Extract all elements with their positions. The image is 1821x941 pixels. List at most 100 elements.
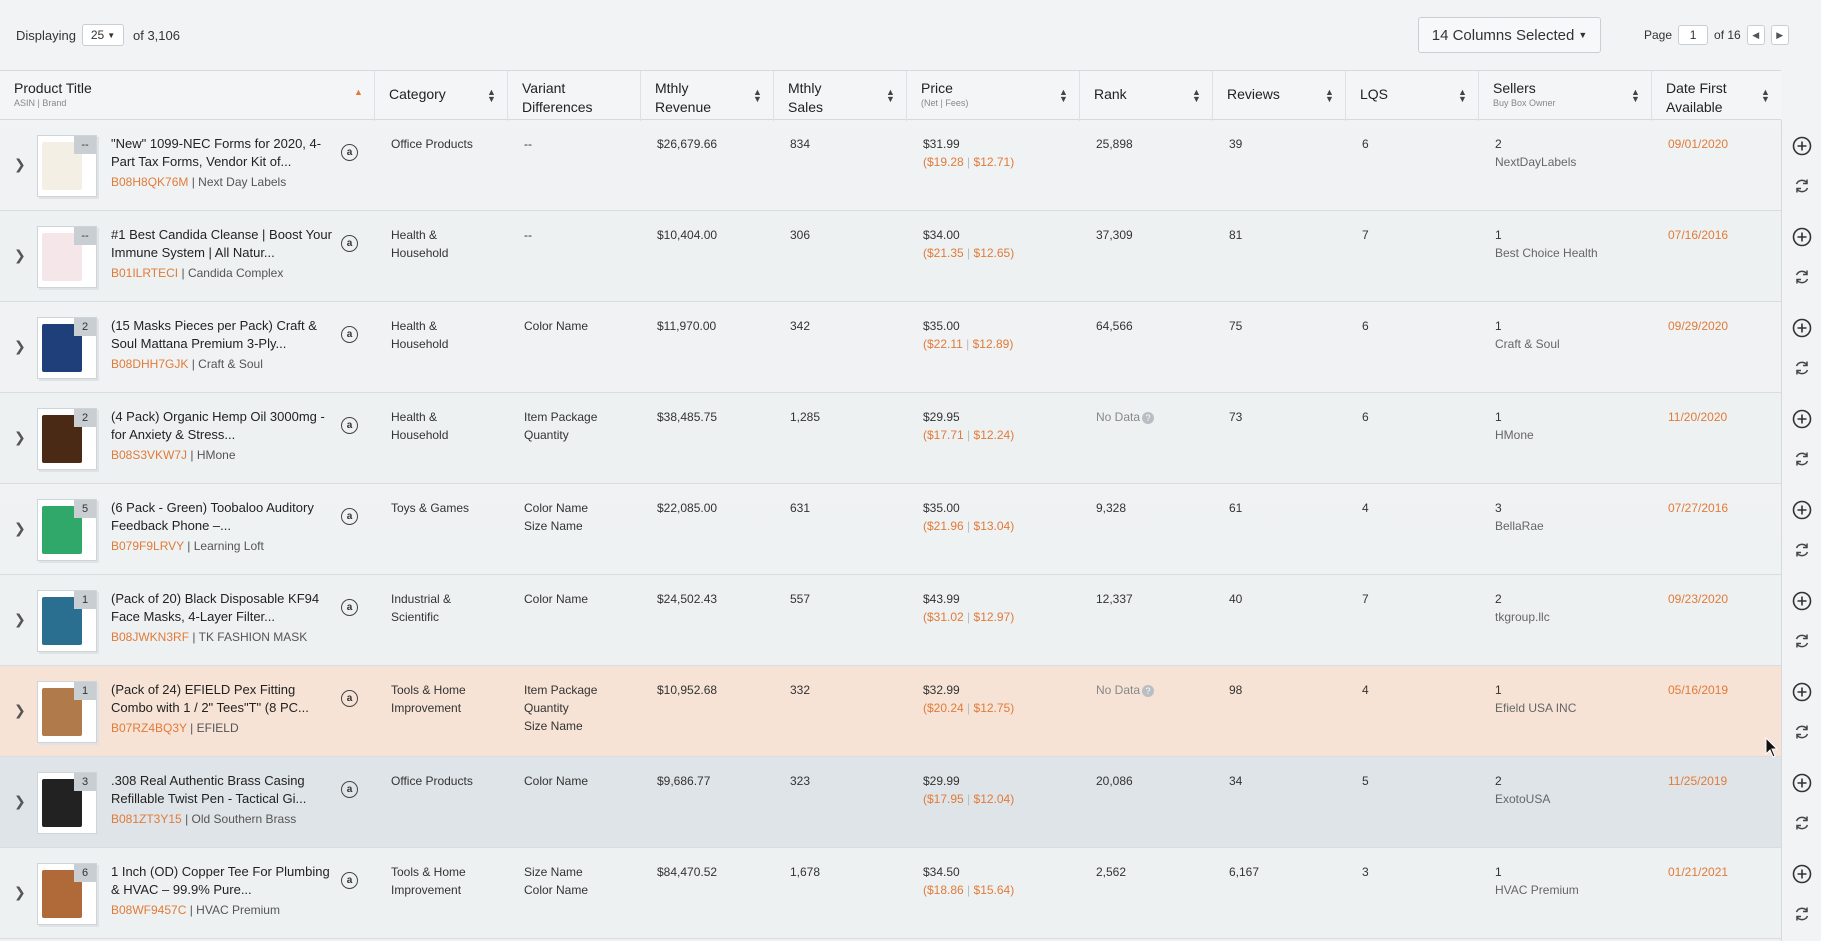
table-row[interactable]: ❯ -- #1 Best Candida Cleanse | Boost You…	[0, 211, 1781, 302]
col-category[interactable]: Category ▲ ▼	[375, 71, 508, 121]
amazon-icon[interactable]: a	[341, 599, 358, 616]
product-title[interactable]: 1 Inch (OD) Copper Tee For Plumbing & HV…	[111, 863, 336, 899]
table-row[interactable]: ❯ 3 .308 Real Authentic Brass Casing Ref…	[0, 757, 1781, 848]
refresh-button[interactable]	[1791, 630, 1813, 652]
col-price[interactable]: Price (Net | Fees) ▲ ▼	[907, 71, 1080, 121]
asin-link[interactable]: B08WF9457C	[111, 903, 186, 917]
next-page-button[interactable]: ▶	[1770, 25, 1789, 45]
asin-link[interactable]: B08H8QK76M	[111, 175, 188, 189]
col-revenue[interactable]: Mthly Revenue ▲ ▼	[641, 71, 774, 121]
product-thumbnail[interactable]: 3	[37, 772, 97, 834]
col-variant[interactable]: Variant Differences	[508, 71, 641, 121]
refresh-button[interactable]	[1791, 357, 1813, 379]
prev-page-button[interactable]: ◀	[1746, 25, 1765, 45]
chevron-right-icon[interactable]: ❯	[14, 156, 26, 173]
refresh-button[interactable]	[1791, 903, 1813, 925]
amazon-icon[interactable]: a	[341, 235, 358, 252]
refresh-button[interactable]	[1791, 175, 1813, 197]
product-title[interactable]: (15 Masks Pieces per Pack) Craft & Soul …	[111, 317, 336, 353]
asin-link[interactable]: B079F9LRVY	[111, 539, 184, 553]
col-sales[interactable]: Mthly Sales ▲ ▼	[774, 71, 907, 121]
chevron-right-icon[interactable]: ❯	[14, 338, 26, 355]
product-thumbnail[interactable]: 2	[37, 317, 97, 379]
col-sellers[interactable]: Sellers Buy Box Owner ▲ ▼	[1479, 71, 1652, 121]
product-thumbnail[interactable]: 1	[37, 681, 97, 743]
sort-asc-icon[interactable]: ▲	[354, 88, 363, 97]
sort-icon[interactable]: ▲ ▼	[1458, 88, 1467, 104]
chevron-right-icon[interactable]: ❯	[14, 429, 26, 446]
product-title[interactable]: (Pack of 24) EFIELD Pex Fitting Combo wi…	[111, 681, 336, 717]
table-row[interactable]: ❯ 6 1 Inch (OD) Copper Tee For Plumbing …	[0, 848, 1781, 939]
asin-link[interactable]: B07RZ4BQ3Y	[111, 721, 187, 735]
col-date[interactable]: Date First Available ▲ ▼	[1652, 71, 1781, 121]
sort-icon[interactable]: ▲ ▼	[1192, 88, 1201, 104]
add-to-list-button[interactable]	[1791, 590, 1813, 612]
help-icon[interactable]: ?	[1142, 685, 1155, 697]
asin-link[interactable]: B08DHH7GJK	[111, 357, 188, 371]
sort-icon[interactable]: ▲ ▼	[753, 88, 762, 104]
refresh-button[interactable]	[1791, 448, 1813, 470]
product-title[interactable]: (6 Pack - Green) Toobaloo Auditory Feedb…	[111, 499, 336, 535]
page-number-input[interactable]: 1	[1678, 25, 1709, 45]
table-row[interactable]: ❯ 2 (4 Pack) Organic Hemp Oil 3000mg - f…	[0, 393, 1781, 484]
amazon-icon[interactable]: a	[341, 326, 358, 343]
product-title[interactable]: (4 Pack) Organic Hemp Oil 3000mg - for A…	[111, 408, 336, 444]
amazon-icon[interactable]: a	[341, 508, 358, 525]
product-title[interactable]: #1 Best Candida Cleanse | Boost Your Imm…	[111, 226, 336, 262]
per-page-select[interactable]: 25 ▼	[82, 24, 124, 46]
amazon-icon[interactable]: a	[341, 781, 358, 798]
amazon-icon[interactable]: a	[341, 872, 358, 889]
refresh-button[interactable]	[1791, 721, 1813, 743]
add-to-list-button[interactable]	[1791, 499, 1813, 521]
columns-selector-button[interactable]: 14 Columns Selected ▼	[1418, 17, 1601, 53]
col-lqs[interactable]: LQS ▲ ▼	[1346, 71, 1479, 121]
sort-icon[interactable]: ▲ ▼	[1325, 88, 1334, 104]
refresh-button[interactable]	[1791, 812, 1813, 834]
sort-icon[interactable]: ▲ ▼	[1631, 88, 1640, 104]
product-thumbnail[interactable]: 1	[37, 590, 97, 652]
add-to-list-button[interactable]	[1791, 863, 1813, 885]
table-row[interactable]: ❯ 1 (Pack of 20) Black Disposable KF94 F…	[0, 575, 1781, 666]
asin-link[interactable]: B081ZT3Y15	[111, 812, 182, 826]
amazon-icon[interactable]: a	[341, 690, 358, 707]
amazon-icon[interactable]: a	[341, 144, 358, 161]
sort-icon[interactable]: ▲ ▼	[886, 88, 895, 104]
amazon-icon[interactable]: a	[341, 417, 358, 434]
table-row[interactable]: ❯ 5 (6 Pack - Green) Toobaloo Auditory F…	[0, 484, 1781, 575]
refresh-button[interactable]	[1791, 539, 1813, 561]
table-row[interactable]: ❯ 1 (Pack of 24) EFIELD Pex Fitting Comb…	[0, 666, 1781, 757]
asin-link[interactable]: B08JWKN3RF	[111, 630, 189, 644]
product-thumbnail[interactable]: 5	[37, 499, 97, 561]
product-title[interactable]: "New" 1099-NEC Forms for 2020, 4-Part Ta…	[111, 135, 336, 171]
refresh-button[interactable]	[1791, 266, 1813, 288]
add-to-list-button[interactable]	[1791, 317, 1813, 339]
table-row[interactable]: ❯ 2 (15 Masks Pieces per Pack) Craft & S…	[0, 302, 1781, 393]
chevron-right-icon[interactable]: ❯	[14, 520, 26, 537]
sort-icon[interactable]: ▲ ▼	[487, 88, 496, 104]
col-reviews[interactable]: Reviews ▲ ▼	[1213, 71, 1346, 121]
chevron-right-icon[interactable]: ❯	[14, 884, 26, 901]
asin-link[interactable]: B01ILRTECI	[111, 266, 178, 280]
col-product-title[interactable]: Product Title ASIN | Brand ▲	[0, 71, 375, 121]
product-thumbnail[interactable]: 2	[37, 408, 97, 470]
product-title[interactable]: .308 Real Authentic Brass Casing Refilla…	[111, 772, 336, 808]
sort-icon[interactable]: ▲ ▼	[1059, 88, 1068, 104]
product-thumbnail[interactable]: 6	[37, 863, 97, 925]
col-rank[interactable]: Rank ▲ ▼	[1080, 71, 1213, 121]
add-to-list-button[interactable]	[1791, 226, 1813, 248]
chevron-right-icon[interactable]: ❯	[14, 793, 26, 810]
product-title[interactable]: (Pack of 20) Black Disposable KF94 Face …	[111, 590, 336, 626]
asin-link[interactable]: B08S3VKW7J	[111, 448, 187, 462]
help-icon[interactable]: ?	[1142, 412, 1155, 424]
add-to-list-button[interactable]	[1791, 135, 1813, 157]
sort-icon[interactable]: ▲ ▼	[1761, 88, 1770, 104]
add-to-list-button[interactable]	[1791, 408, 1813, 430]
add-to-list-button[interactable]	[1791, 772, 1813, 794]
chevron-right-icon[interactable]: ❯	[14, 247, 26, 264]
product-thumbnail[interactable]: --	[37, 135, 97, 197]
product-thumbnail[interactable]: --	[37, 226, 97, 288]
chevron-right-icon[interactable]: ❯	[14, 702, 26, 719]
chevron-right-icon[interactable]: ❯	[14, 611, 26, 628]
table-row[interactable]: ❯ -- "New" 1099-NEC Forms for 2020, 4-Pa…	[0, 120, 1781, 211]
add-to-list-button[interactable]	[1791, 681, 1813, 703]
